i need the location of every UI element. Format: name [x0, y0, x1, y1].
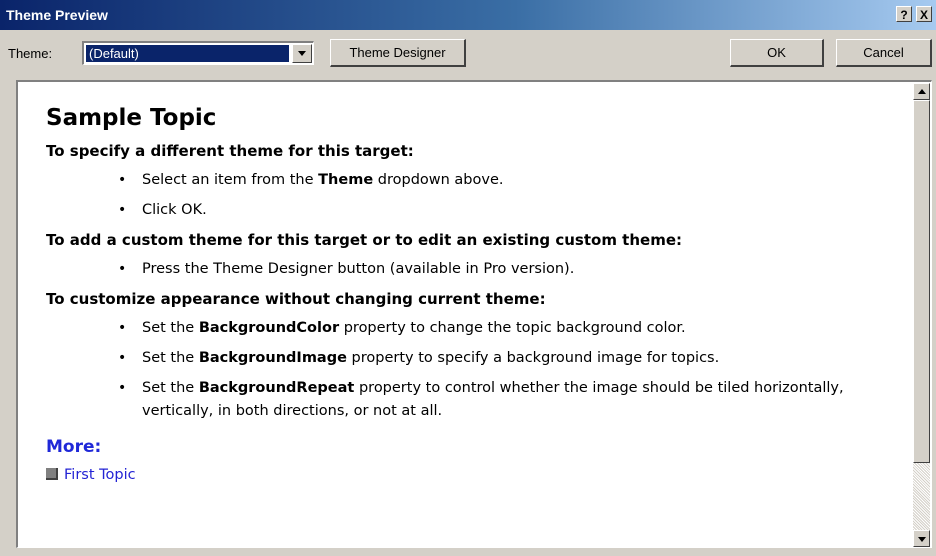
theme-designer-button[interactable]: Theme Designer	[330, 39, 466, 67]
vertical-scrollbar[interactable]	[913, 83, 930, 547]
title-bar: Theme Preview ? X	[0, 0, 936, 30]
scroll-track[interactable]	[913, 463, 930, 530]
bullet-icon: •	[118, 350, 127, 366]
theme-dropdown-value: (Default)	[86, 45, 289, 62]
bullet-icon: •	[118, 172, 127, 188]
arrow-down-icon	[918, 537, 926, 542]
list-item: • Select an item from the Theme dropdown …	[46, 169, 906, 192]
window-title: Theme Preview	[6, 7, 108, 23]
list-item: • Click OK.	[46, 199, 906, 222]
theme-label: Theme:	[8, 46, 53, 61]
section-heading: To specify a different theme for this ta…	[46, 142, 414, 160]
bullet-icon: •	[118, 320, 127, 336]
preview-pane: Sample Topic To specify a different them…	[16, 80, 932, 548]
ok-button[interactable]: OK	[730, 39, 824, 67]
chevron-down-icon[interactable]	[292, 44, 312, 63]
section-heading: To customize appearance without changing…	[46, 290, 546, 308]
first-topic-link[interactable]: First Topic	[46, 465, 906, 485]
theme-dropdown[interactable]: (Default)	[82, 41, 314, 65]
scroll-up-button[interactable]	[913, 83, 930, 100]
bullet-icon: •	[118, 380, 127, 396]
topic-title: Sample Topic	[46, 105, 217, 131]
first-topic-label[interactable]: First Topic	[64, 467, 136, 483]
section-list: • Set the BackgroundColor property to cha…	[46, 317, 906, 423]
topic-icon	[46, 468, 58, 480]
bullet-icon: •	[118, 261, 127, 277]
arrow-up-icon	[918, 89, 926, 94]
list-item: • Set the BackgroundRepeat property to co…	[46, 377, 906, 423]
help-button[interactable]: ?	[896, 6, 912, 22]
list-item: • Set the BackgroundColor property to cha…	[46, 317, 906, 340]
scroll-down-button[interactable]	[913, 530, 930, 547]
more-heading: More:	[46, 437, 102, 457]
section-list: • Select an item from the Theme dropdown …	[46, 169, 906, 222]
scroll-thumb[interactable]	[913, 100, 930, 463]
preview-page: Sample Topic To specify a different them…	[46, 102, 906, 485]
list-item: • Press the Theme Designer button (availa…	[46, 258, 906, 281]
cancel-button[interactable]: Cancel	[836, 39, 932, 67]
section-list: • Press the Theme Designer button (availa…	[46, 258, 906, 281]
bullet-icon: •	[118, 202, 127, 218]
close-button[interactable]: X	[916, 6, 932, 22]
section-heading: To add a custom theme for this target or…	[46, 231, 682, 249]
list-item: • Set the BackgroundImage property to spe…	[46, 347, 906, 370]
